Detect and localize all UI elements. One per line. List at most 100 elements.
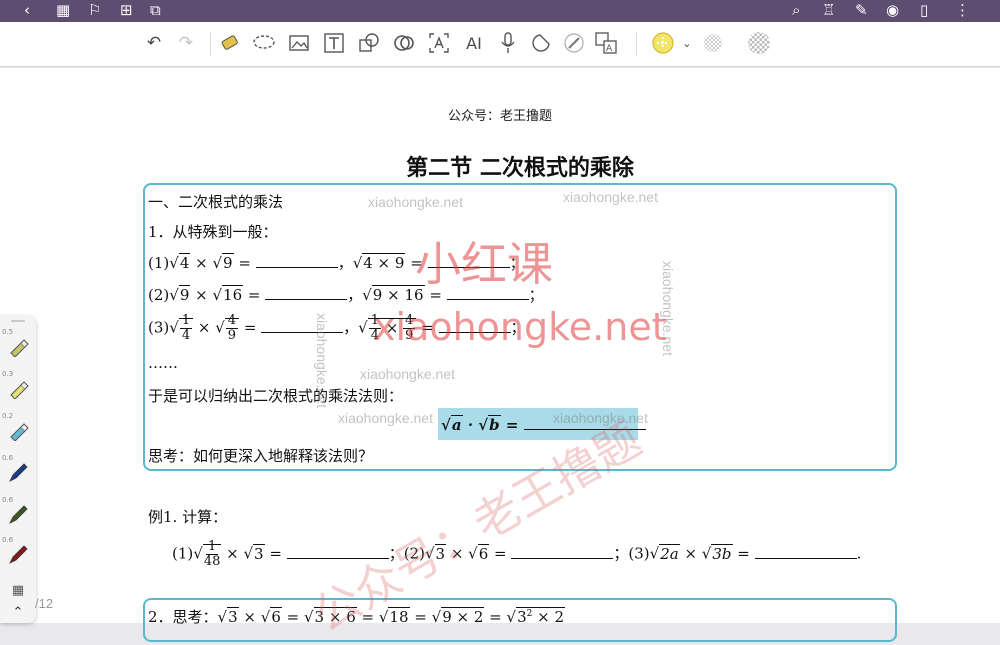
shirt-icon[interactable]: ♖ — [822, 2, 835, 19]
item2-label: 2．思考： — [148, 608, 218, 626]
rule-eq: = — [505, 416, 519, 434]
section-heading: 一、二次根式的乘法 — [148, 193, 284, 211]
q1-label: (1) — [148, 254, 170, 272]
watermark-text: xiaohongke.net — [338, 410, 433, 426]
bookmark-icon[interactable]: ⚐ — [88, 2, 101, 19]
answer-blank[interactable] — [511, 544, 614, 559]
phone-icon[interactable]: ▯ — [920, 2, 928, 19]
pen-preset-highlighter-yellow[interactable]: 0.3 — [2, 370, 32, 402]
system-bar: ‹ ▦ ⚐ ⊞ ⧉ ⌕ ♖ ✎ ◉ ▯ ⋮ — [0, 0, 1000, 22]
pen-size-label: 0.6 — [2, 454, 14, 462]
pen-preset-highlighter-blue[interactable]: 0.2 — [2, 412, 32, 444]
rule-b: b — [488, 415, 501, 434]
eye-icon[interactable]: ◉ — [886, 2, 899, 19]
item2-e: 9 × 2 — [441, 607, 485, 626]
item-heading: 1．从特殊到一般： — [148, 223, 278, 241]
watermark-text: xiaohongke.net — [314, 313, 330, 408]
add-page-icon[interactable]: ⊞ — [120, 2, 133, 19]
q3-frac1-num: 1 — [179, 313, 193, 329]
pattern2-icon[interactable] — [746, 30, 772, 56]
page-title: 第二节 二次根式的乘除 — [406, 155, 634, 181]
item2-b: 6 — [270, 607, 282, 626]
ellipsis: …… — [148, 354, 178, 372]
grid-icon[interactable]: ▦ — [56, 2, 70, 19]
more-icon[interactable]: ⋮ — [955, 2, 970, 19]
color-picker-icon[interactable] — [650, 30, 676, 56]
ex3-end: . — [856, 544, 862, 563]
page-indicator: /12 — [35, 596, 54, 611]
q2-radicand-b: 16 — [222, 285, 244, 304]
item2-f: 3 — [517, 608, 527, 626]
chevron-up-icon[interactable]: ⌃ — [4, 598, 32, 626]
svg-text:A: A — [606, 44, 613, 54]
pen-icon[interactable]: ✎ — [855, 2, 868, 19]
rule-a: a — [450, 415, 463, 434]
pen-preset-fountain-navy[interactable]: 0.6 — [2, 454, 32, 486]
laser-icon[interactable] — [561, 30, 587, 56]
ex1-label: (1) — [172, 544, 194, 563]
answer-blank[interactable] — [754, 544, 857, 559]
answer-blank[interactable] — [265, 285, 348, 300]
header-note: 公众号：老王撸题 — [447, 109, 552, 124]
translate-icon[interactable]: A — [593, 30, 619, 56]
ex3-radicand-a: 2a — [659, 543, 680, 563]
text-box-icon[interactable] — [321, 30, 347, 56]
pattern-icon[interactable] — [700, 30, 726, 56]
drawing-toolbar: ↶ ↷ AI A ⌄ — [0, 22, 1000, 67]
microphone-icon[interactable] — [495, 30, 521, 56]
ocr-icon[interactable] — [391, 30, 417, 56]
ex3-radicand-b: 3b — [711, 543, 733, 563]
crop-icon[interactable]: ⧉ — [150, 2, 161, 19]
pen-panel: 0.5 0.3 0.2 0.6 0.6 0.6 ▦ ⌃ — [0, 316, 36, 623]
q3-frac2-num: 4 — [225, 313, 239, 329]
ai-label: AI — [466, 33, 482, 53]
panel-handle[interactable] — [11, 320, 25, 322]
item2-a: 3 — [227, 607, 239, 626]
pen-preset-highlighter-olive[interactable]: 0.5 — [2, 328, 32, 360]
q3-label: (3) — [148, 318, 170, 337]
chevron-down-icon[interactable]: ⌄ — [674, 30, 700, 56]
pen-size-label: 0.2 — [2, 412, 14, 420]
watermark-text: xiaohongke.net — [563, 189, 658, 205]
search-icon[interactable]: ⌕ — [792, 2, 800, 19]
q2-radicand-a: 9 — [178, 285, 191, 304]
q1-radicand-c: 4 × 9 — [362, 253, 406, 272]
ex3-label: ；(3) — [613, 544, 650, 563]
example-title: 例1. 计算： — [148, 508, 228, 526]
answer-blank[interactable] — [261, 318, 344, 333]
ex1-frac-den: 48 — [203, 554, 221, 569]
toolbar-divider-2 — [636, 32, 637, 56]
highlighter-tool-icon[interactable] — [217, 30, 243, 56]
pen-preset-fountain-green[interactable]: 0.6 — [2, 496, 32, 528]
rule-intro: 于是可以归纳出二次根式的乘法法则： — [148, 387, 404, 405]
q3-frac2-den: 9 — [227, 328, 237, 343]
shape-icon[interactable] — [356, 30, 382, 56]
q3-frac1-den: 4 — [181, 328, 191, 343]
text-recognize-icon[interactable] — [426, 30, 452, 56]
lasso-icon[interactable] — [251, 30, 277, 56]
ex1-frac-num: 1 — [205, 539, 219, 555]
document-page[interactable]: 公众号：老王撸题 第二节 二次根式的乘除 一、二次根式的乘法 1．从特殊到一般：… — [0, 68, 1000, 643]
item2-g: 2 — [554, 608, 564, 626]
answer-blank[interactable] — [255, 253, 338, 268]
pen-preset-fountain-red[interactable]: 0.6 — [2, 536, 32, 568]
rule-dot: · — [467, 416, 474, 434]
ai-icon[interactable]: AI — [461, 30, 487, 56]
watermark-logo-text: 小红课 — [415, 237, 553, 291]
q1-radicand-b: 9 — [222, 253, 234, 272]
pen-size-label: 0.6 — [2, 496, 14, 504]
back-icon[interactable]: ‹ — [24, 2, 30, 19]
think-prompt: 思考：如何更深入地解释该法则？ — [148, 447, 374, 465]
watermark-text: xiaohongke.net — [368, 194, 463, 210]
watermark-url: xiaohongke.net — [373, 305, 667, 349]
pen-size-label: 0.3 — [2, 370, 14, 378]
toolbar-divider — [210, 32, 211, 56]
undo-icon[interactable]: ↶ — [141, 30, 167, 56]
example-1-questions: (1)√ 1 48 × √3 = ；(2)√3 × √6 = ；(3)√2a × √… — [172, 539, 862, 569]
sticker-icon[interactable] — [528, 30, 554, 56]
redo-icon[interactable]: ↷ — [173, 30, 199, 56]
q2-label: (2) — [148, 286, 170, 304]
watermark-text: xiaohongke.net — [360, 366, 455, 382]
image-icon[interactable] — [286, 30, 312, 56]
pen-size-label: 0.5 — [2, 328, 14, 336]
